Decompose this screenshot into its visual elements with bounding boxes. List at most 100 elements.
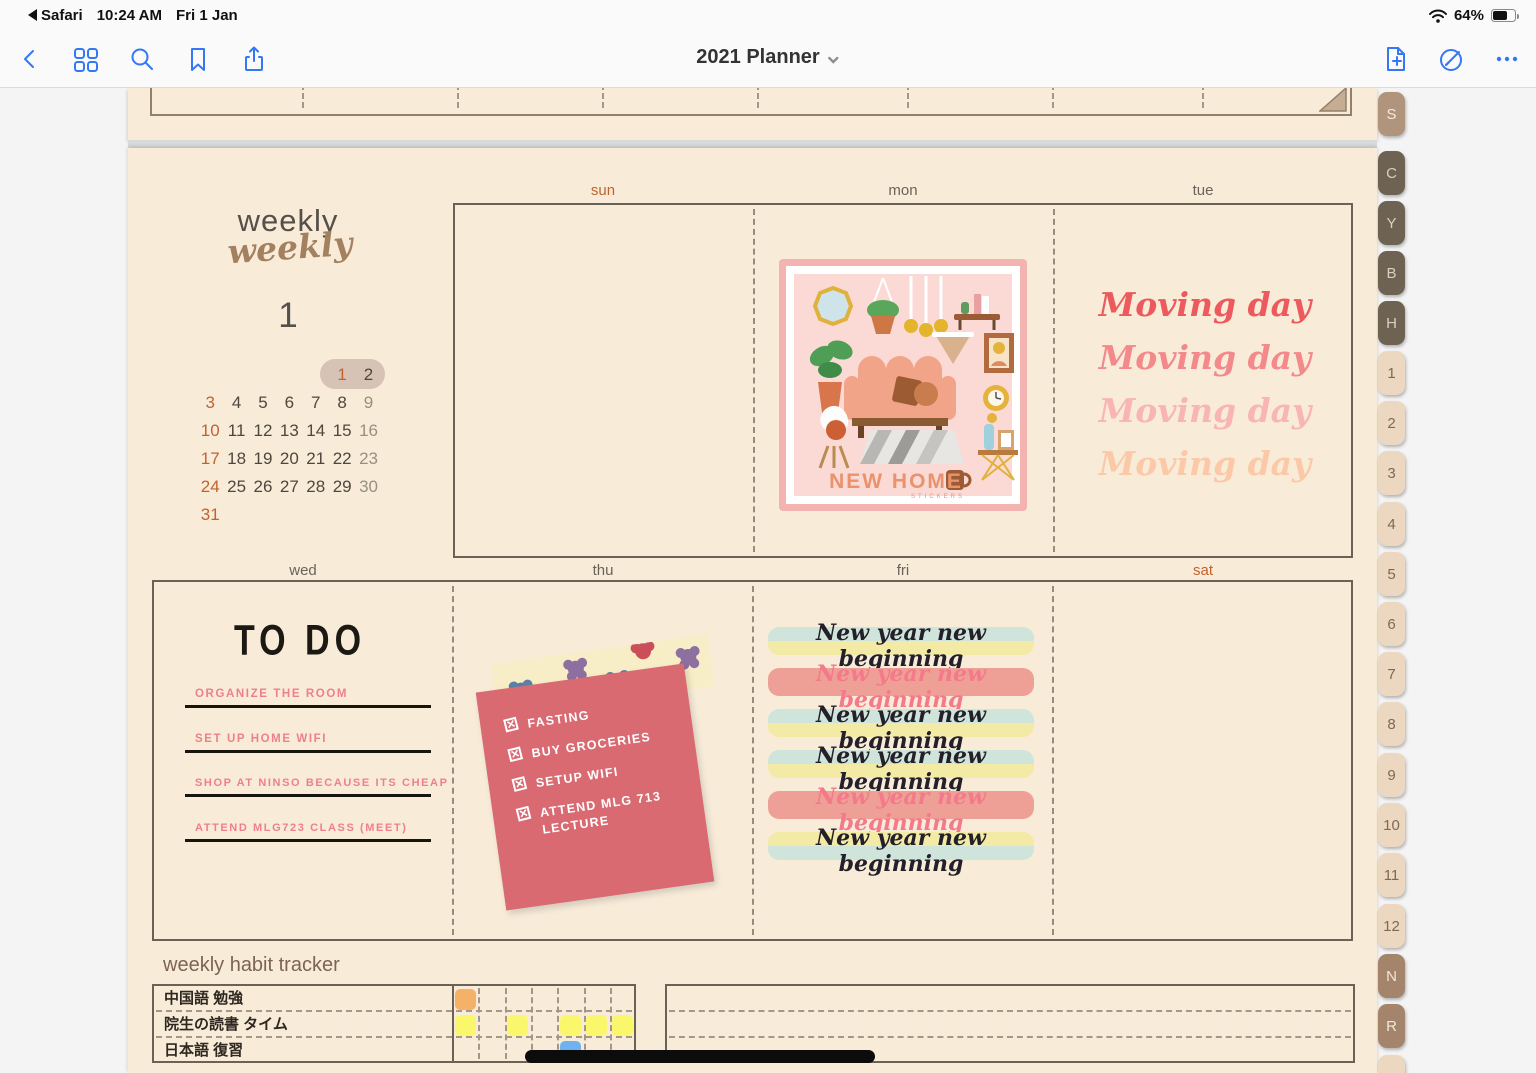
calendar-day (223, 361, 249, 389)
page-tab-partial[interactable] (1378, 1055, 1405, 1073)
page-tab-C[interactable]: C (1378, 151, 1405, 195)
page-tab-10[interactable]: 10 (1378, 803, 1405, 847)
calendar-day: 19 (250, 445, 276, 473)
moving-day-line: Moving day (1080, 333, 1330, 386)
checked-checkbox-icon: ✕ (511, 776, 527, 792)
new-year-line: New year new beginning (768, 790, 1034, 820)
page-tab-1[interactable]: 1 (1378, 351, 1405, 395)
page-tab-S[interactable]: S (1378, 92, 1405, 136)
calendar-day (329, 501, 355, 529)
page-tab-R[interactable]: R (1378, 1004, 1405, 1048)
horizontal-scrollbar[interactable] (525, 1050, 875, 1063)
calendar-day: 27 (276, 473, 302, 501)
bookmark-button[interactable] (180, 41, 216, 77)
calendar-day: 11 (223, 417, 249, 445)
sticker-title: NEW HOME (829, 470, 963, 493)
calendar-day: 23 (355, 445, 381, 473)
page-tab-4[interactable]: 4 (1378, 502, 1405, 546)
toolbar: 2021 Planner (0, 30, 1536, 88)
page-tab-8[interactable]: 8 (1378, 702, 1405, 746)
calendar-day (355, 501, 381, 529)
todo-item: ORGANIZE THE ROOM (185, 688, 431, 708)
page-tab-5[interactable]: 5 (1378, 552, 1405, 596)
document-canvas: weekly weekly 1 123456789101112131415161… (0, 88, 1536, 1073)
tracker-column-divider (557, 988, 559, 1059)
calendar-day (250, 361, 276, 389)
habit-row-label: 院生の読書 タイム (164, 1012, 288, 1038)
pencil-circle-icon (1436, 44, 1466, 74)
column-divider (302, 88, 304, 108)
day-label-tue: tue (1193, 182, 1214, 199)
column-divider (457, 88, 459, 108)
calendar-day: 6 (276, 389, 302, 417)
share-button[interactable] (236, 41, 272, 77)
add-page-button[interactable] (1377, 41, 1413, 77)
top-chrome: Safari 10:24 AM Fri 1 Jan 64% (0, 0, 1536, 88)
calendar-day: 13 (276, 417, 302, 445)
checked-checkbox-icon: ✕ (503, 717, 519, 733)
column-divider (907, 88, 909, 108)
page-tab-12[interactable]: 12 (1378, 904, 1405, 948)
previous-page-fragment (128, 88, 1377, 140)
habit-row-label: 中国語 勉強 (164, 986, 243, 1012)
sticky-note-item-text: FASTING (526, 707, 590, 733)
new-year-line-text: New year new beginning (768, 825, 1034, 877)
page-tab-6[interactable]: 6 (1378, 602, 1405, 646)
todo-item: SHOP AT NINSO BECAUSE ITS CHEAP (185, 777, 431, 797)
habit-tracker-title: weekly habit tracker (163, 954, 340, 977)
habit-mark-yellow (560, 1015, 581, 1036)
page-tab-7[interactable]: 7 (1378, 652, 1405, 696)
page-tab-N[interactable]: N (1378, 954, 1405, 998)
page-tab-9[interactable]: 9 (1378, 753, 1405, 797)
thumbnails-button[interactable] (67, 41, 103, 77)
habit-mark-yellow (455, 1015, 476, 1036)
status-date: Fri 1 Jan (176, 7, 238, 24)
page-title: 2021 Planner (696, 46, 819, 69)
edit-mode-button[interactable] (1433, 41, 1469, 77)
calendar-day: 22 (329, 445, 355, 473)
chevron-down-icon (828, 54, 840, 66)
page-tab-H[interactable]: H (1378, 301, 1405, 345)
calendar-day: 21 (303, 445, 329, 473)
month-number: 1 (278, 296, 297, 336)
sticky-note-item-text: BUY GROCERIES (531, 729, 652, 763)
calendar-day (197, 361, 223, 389)
sticky-note: ✕FASTING✕BUY GROCERIES✕SETUP WIFI✕ATTEND… (486, 643, 726, 908)
habit-mark-yellow (586, 1015, 607, 1036)
column-divider (757, 88, 759, 108)
calendar-day: 20 (276, 445, 302, 473)
page-tab-11[interactable]: 11 (1378, 853, 1405, 897)
back-to-app-link[interactable]: Safari (28, 7, 83, 24)
day-label-sat: sat (1193, 562, 1213, 579)
ellipsis-icon (1492, 44, 1522, 74)
page-tab-B[interactable]: B (1378, 251, 1405, 295)
todo-title: TO DO (234, 617, 366, 666)
document-title-dropdown[interactable]: 2021 Planner (696, 46, 839, 69)
search-button[interactable] (124, 41, 160, 77)
page-tab-Y[interactable]: Y (1378, 201, 1405, 245)
page-tab-3[interactable]: 3 (1378, 451, 1405, 495)
checked-checkbox-icon: ✕ (507, 746, 523, 762)
calendar-day: 31 (197, 501, 223, 529)
calendar-day: 30 (355, 473, 381, 501)
new-year-line: New year new beginning (768, 749, 1034, 779)
back-button[interactable] (12, 41, 48, 77)
calendar-day: 15 (329, 417, 355, 445)
folded-corner-icon (1319, 88, 1347, 112)
calendar-day: 26 (250, 473, 276, 501)
page-tab-2[interactable]: 2 (1378, 401, 1405, 445)
new-year-line: New year new beginning (768, 708, 1034, 738)
more-options-button[interactable] (1489, 41, 1525, 77)
battery-icon (1491, 9, 1516, 22)
mini-calendar: 1234567891011121314151617181920212223242… (197, 361, 382, 529)
status-time: 10:24 AM (97, 7, 162, 24)
calendar-day: 8 (329, 389, 355, 417)
add-page-icon (1380, 44, 1410, 74)
calendar-day: 2 (355, 361, 381, 389)
grid-icon (70, 44, 100, 74)
moving-day-line: Moving day (1080, 386, 1330, 439)
calendar-day: 29 (329, 473, 355, 501)
calendar-day (250, 501, 276, 529)
calendar-day: 18 (223, 445, 249, 473)
sticky-note-item-text: SETUP WIFI (535, 764, 620, 792)
